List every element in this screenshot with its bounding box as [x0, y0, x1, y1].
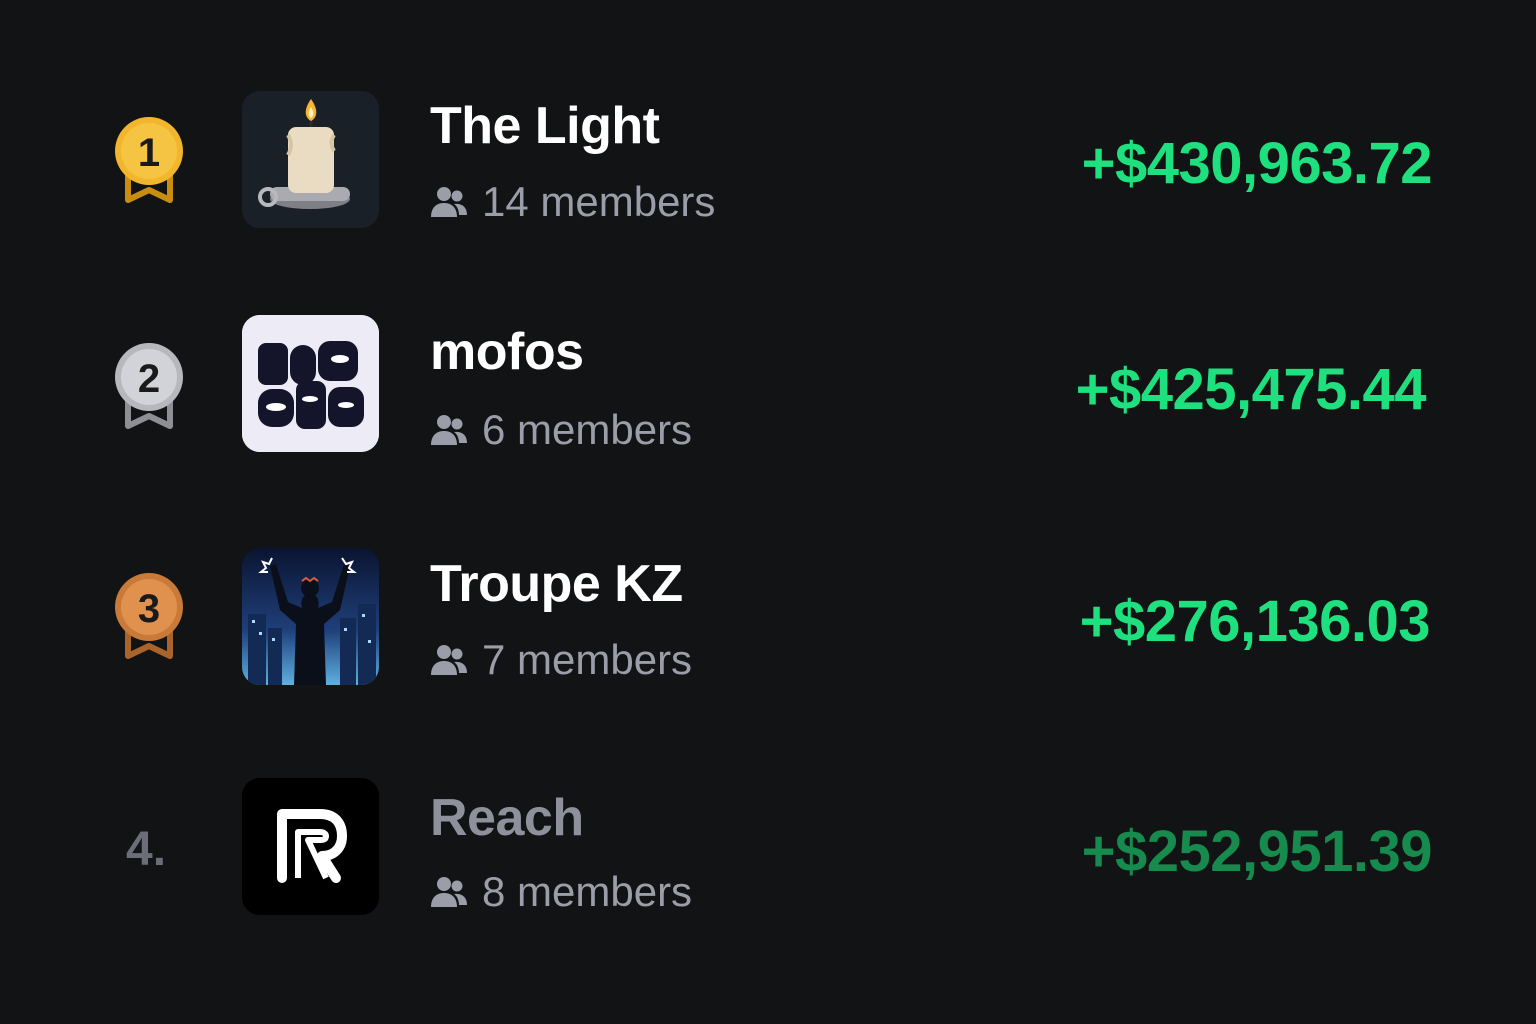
gold-medal-icon: 1 — [115, 117, 183, 203]
users-icon — [431, 415, 467, 445]
team-name: Troupe KZ — [430, 555, 683, 613]
leaderboard-row-4[interactable]: 4. Reach 8 members +$252,951.39 — [0, 776, 1536, 916]
member-count-label: 8 members — [482, 868, 693, 915]
avatar-reach — [242, 778, 379, 915]
earnings-amount: +$252,951.39 — [1081, 819, 1433, 884]
member-count-label: 14 members — [482, 178, 716, 225]
mofos-logo-icon — [242, 315, 379, 452]
reach-logo-icon — [242, 778, 379, 915]
team-name: Reach — [430, 789, 584, 847]
medal-rank: 2 — [138, 357, 160, 401]
leaderboard-row-1[interactable]: 1 The Light 14 members +$430,963.72 — [0, 88, 1536, 228]
avatar-troupe-kz — [242, 548, 379, 685]
earnings-amount: +$430,963.72 — [1081, 131, 1433, 196]
leaderboard-row-3[interactable]: 3 Troupe KZ 7 members +$276,136.03 — [0, 546, 1536, 686]
users-icon — [431, 877, 467, 907]
medal-rank: 3 — [138, 587, 160, 631]
earnings-amount: +$276,136.03 — [1079, 589, 1431, 654]
avatar-mofos — [242, 315, 379, 452]
night-city-figure-icon — [242, 548, 379, 685]
team-name: The Light — [430, 97, 660, 155]
medal-rank: 1 — [138, 131, 160, 175]
member-count-label: 7 members — [482, 636, 693, 683]
candle-icon — [242, 91, 379, 228]
rank-number: 4. — [126, 823, 167, 876]
member-count: 6 members — [430, 406, 692, 454]
member-count: 14 members — [430, 178, 715, 226]
bronze-medal-icon: 3 — [115, 573, 183, 659]
member-count: 8 members — [430, 868, 692, 916]
member-count-label: 6 members — [482, 406, 693, 453]
avatar-the-light — [242, 91, 379, 228]
silver-medal-icon: 2 — [115, 343, 183, 429]
team-name: mofos — [430, 323, 584, 381]
member-count: 7 members — [430, 636, 692, 684]
users-icon — [431, 187, 467, 217]
leaderboard-row-2[interactable]: 2 mofos 6 members +$425,475.44 — [0, 314, 1536, 454]
users-icon — [431, 645, 467, 675]
earnings-amount: +$425,475.44 — [1075, 357, 1427, 422]
